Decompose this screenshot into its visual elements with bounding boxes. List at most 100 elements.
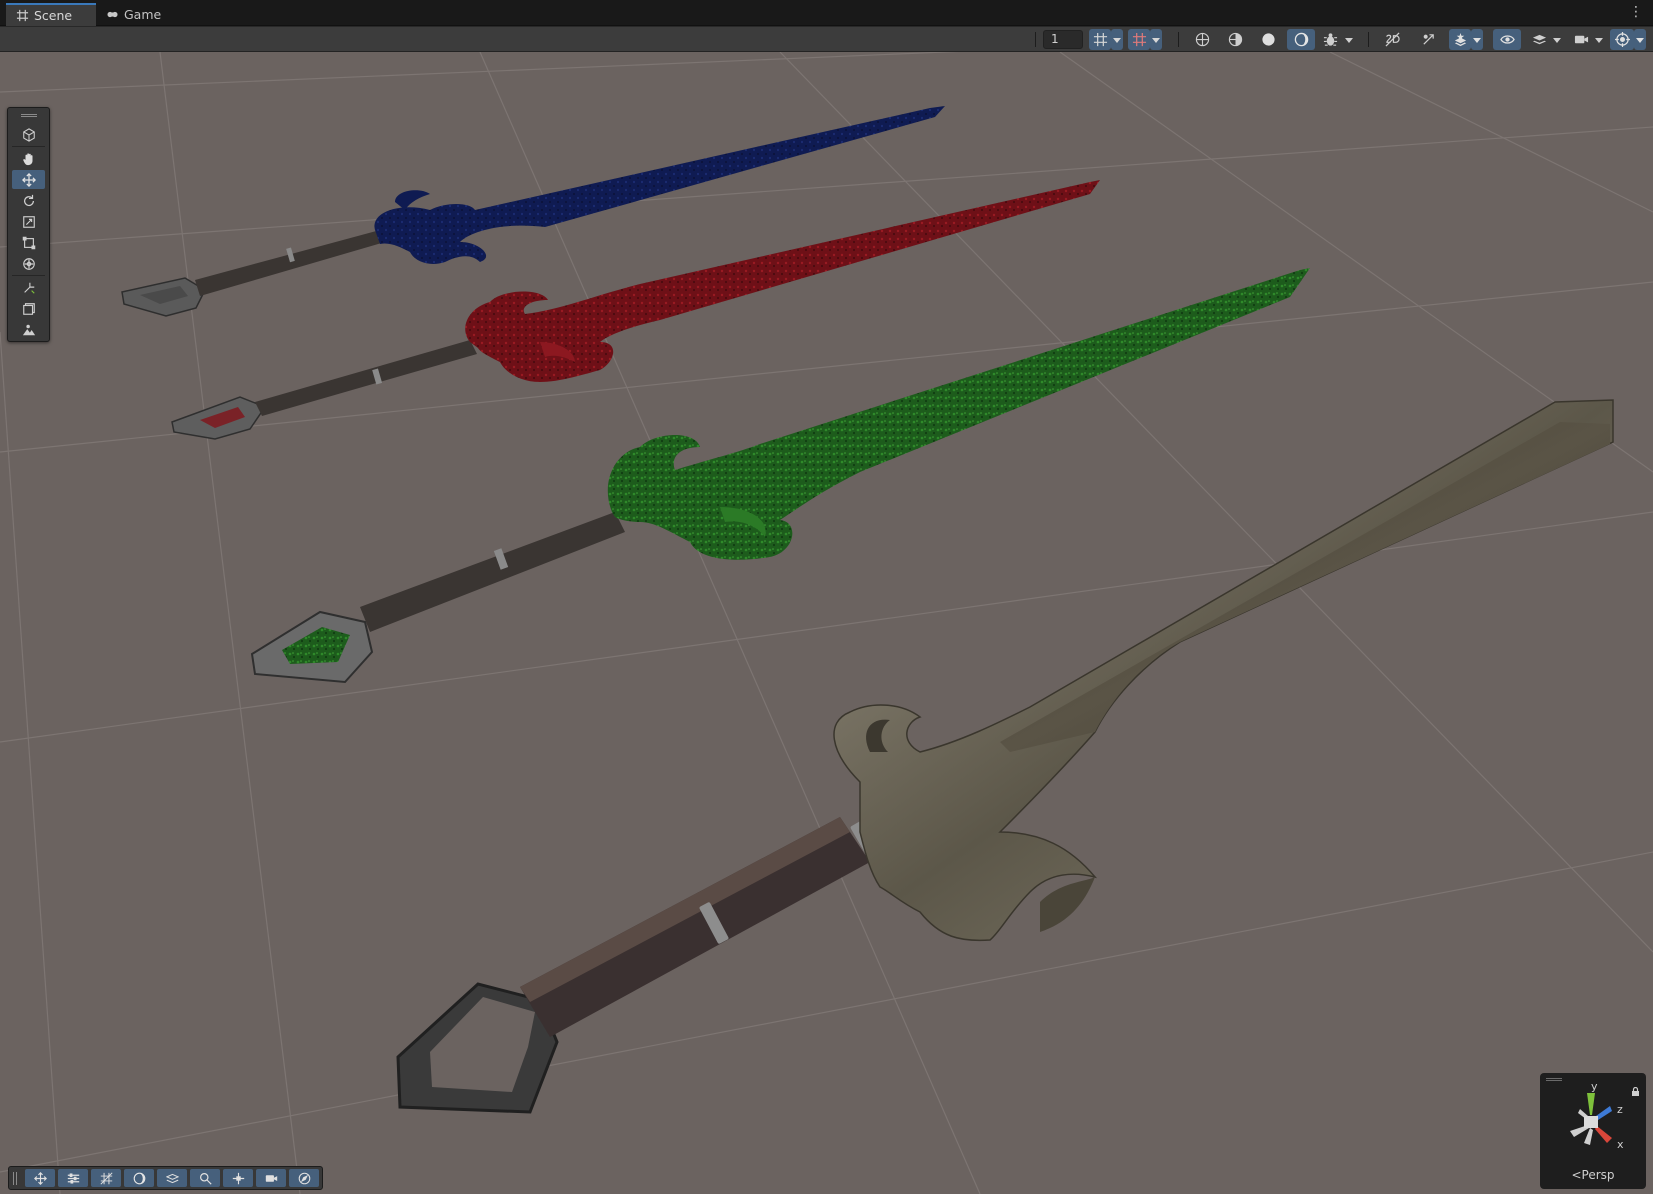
tab-game[interactable]: Game bbox=[96, 3, 171, 26]
debug-draw-icon bbox=[1323, 33, 1337, 46]
rect-tool-button[interactable] bbox=[12, 233, 45, 252]
gizmos-icon bbox=[1614, 32, 1630, 47]
palette-divider bbox=[12, 275, 45, 276]
unlit-button[interactable] bbox=[1287, 29, 1315, 50]
view-tool-icon bbox=[22, 127, 35, 142]
chevron-down-icon bbox=[1113, 37, 1121, 43]
gizmo-y-axis[interactable] bbox=[1587, 1093, 1595, 1115]
shaded-wireframe-icon bbox=[1228, 32, 1242, 47]
more-options-icon[interactable]: ⋮ bbox=[1629, 4, 1643, 20]
perspective-icon: < bbox=[1571, 1168, 1582, 1182]
hand-tool-button[interactable] bbox=[12, 149, 45, 168]
scene-visibility-button[interactable] bbox=[1493, 29, 1521, 50]
palette-divider bbox=[12, 146, 45, 147]
increment-snap-icon bbox=[1132, 32, 1146, 47]
tool-palette bbox=[7, 107, 50, 342]
shaded-button[interactable] bbox=[1254, 29, 1282, 50]
debug-draw-button[interactable] bbox=[1318, 29, 1342, 50]
terrain-tool-icon bbox=[22, 324, 35, 335]
chevron-down-icon bbox=[1636, 37, 1644, 43]
gizmo-y-label: y bbox=[1591, 1080, 1598, 1093]
chevron-down-icon bbox=[1345, 37, 1353, 43]
shaded-wireframe-button[interactable] bbox=[1221, 29, 1249, 50]
gizmo-x-axis[interactable] bbox=[1595, 1126, 1612, 1143]
transform-tool-button[interactable] bbox=[12, 254, 45, 273]
fx-toggle-icon bbox=[1454, 32, 1466, 47]
fx-toggle-button[interactable] bbox=[1449, 29, 1471, 50]
snap-tool-icon bbox=[22, 302, 35, 315]
increment-snap-button[interactable] bbox=[1128, 29, 1150, 50]
shaded-icon bbox=[1261, 33, 1275, 46]
view-tool-button[interactable] bbox=[12, 125, 45, 144]
toolbar-separator bbox=[1035, 32, 1036, 47]
scene-render[interactable] bbox=[0, 52, 1653, 1194]
camera-button[interactable] bbox=[256, 1169, 286, 1187]
increment-snap-dropdown[interactable] bbox=[1150, 29, 1162, 50]
tab-bar: Scene Game ⋮ bbox=[0, 0, 1653, 26]
shading-overlay-icon bbox=[133, 1172, 145, 1184]
layers-button[interactable] bbox=[1527, 29, 1551, 50]
gizmos-button[interactable] bbox=[1610, 29, 1634, 50]
gizmo-neg-y-axis[interactable] bbox=[1584, 1128, 1593, 1145]
gizmos-dropdown[interactable] bbox=[1634, 29, 1646, 50]
layers-icon bbox=[1532, 34, 1546, 45]
search-button[interactable] bbox=[190, 1169, 220, 1187]
shading-overlay-button[interactable] bbox=[124, 1169, 154, 1187]
camera-settings-dropdown[interactable] bbox=[1593, 29, 1605, 50]
sliders-button[interactable] bbox=[58, 1169, 88, 1187]
layers-dropdown[interactable] bbox=[1551, 29, 1563, 50]
move-overlay-icon bbox=[33, 1171, 47, 1185]
rect-tool-icon bbox=[22, 236, 35, 249]
perspective-toggle[interactable]: <Persp bbox=[1540, 1168, 1646, 1182]
overlay-toolbar bbox=[8, 1166, 323, 1190]
orientation-gizmo[interactable]: y z x <Persp bbox=[1540, 1073, 1646, 1189]
scene-view-window: Scene Game ⋮ 1 y z x <Persp bbox=[0, 0, 1653, 1194]
compass-button[interactable] bbox=[289, 1169, 319, 1187]
fx-dropdown[interactable] bbox=[1471, 29, 1483, 50]
grid-overlay-button[interactable] bbox=[91, 1169, 121, 1187]
toolbar-separator bbox=[1368, 32, 1369, 47]
scale-tool-icon bbox=[22, 215, 35, 228]
grid-icon bbox=[16, 9, 29, 22]
scale-tool-button[interactable] bbox=[12, 212, 45, 231]
ground-plane bbox=[0, 52, 1653, 1194]
search-icon bbox=[199, 1172, 212, 1185]
camera-speed-field[interactable]: 1 bbox=[1043, 30, 1083, 49]
perspective-label: Persp bbox=[1581, 1168, 1615, 1182]
rotate-tool-icon bbox=[23, 194, 34, 206]
grid-overlay-icon bbox=[99, 1171, 113, 1185]
gamepad-icon bbox=[107, 11, 118, 18]
chevron-down-icon bbox=[1152, 37, 1160, 43]
pivot-button[interactable] bbox=[223, 1169, 253, 1187]
debug-draw-dropdown[interactable] bbox=[1343, 29, 1355, 50]
transform-tool-icon bbox=[22, 257, 35, 270]
custom-tool-button[interactable] bbox=[12, 278, 45, 297]
lighting-toggle-icon bbox=[1422, 34, 1434, 45]
gizmo-center-cube[interactable] bbox=[1584, 1116, 1598, 1128]
unlit-icon bbox=[1294, 32, 1308, 47]
snap-tool-button[interactable] bbox=[12, 299, 45, 318]
camera-settings-button[interactable] bbox=[1569, 29, 1593, 50]
chevron-down-icon bbox=[1595, 37, 1603, 43]
wireframe-shading-button[interactable] bbox=[1188, 29, 1216, 50]
layers-overlay-icon bbox=[165, 1173, 179, 1183]
grid-snap-icon bbox=[1093, 32, 1107, 47]
scene-viewport[interactable]: y z x <Persp bbox=[0, 52, 1653, 1194]
camera-icon bbox=[265, 1174, 277, 1182]
gizmo-axes[interactable]: y z x bbox=[1540, 1073, 1646, 1168]
grid-snap-dropdown[interactable] bbox=[1111, 29, 1123, 50]
2d-toggle-button[interactable] bbox=[1378, 29, 1406, 50]
rotate-tool-button[interactable] bbox=[12, 191, 45, 210]
sliders-icon bbox=[67, 1172, 79, 1184]
terrain-tool-button[interactable] bbox=[12, 320, 45, 339]
layers-overlay-button[interactable] bbox=[157, 1169, 187, 1187]
move-overlay-button[interactable] bbox=[25, 1169, 55, 1187]
gizmo-z-axis[interactable] bbox=[1596, 1106, 1612, 1120]
overlay-toolbar-grip[interactable] bbox=[13, 1172, 17, 1185]
grid-snap-button[interactable] bbox=[1089, 29, 1111, 50]
move-tool-button[interactable] bbox=[12, 170, 45, 189]
lighting-toggle-button[interactable] bbox=[1414, 29, 1442, 50]
palette-grip[interactable] bbox=[21, 114, 37, 117]
chevron-down-icon bbox=[1473, 37, 1481, 43]
tab-scene[interactable]: Scene bbox=[6, 3, 96, 26]
